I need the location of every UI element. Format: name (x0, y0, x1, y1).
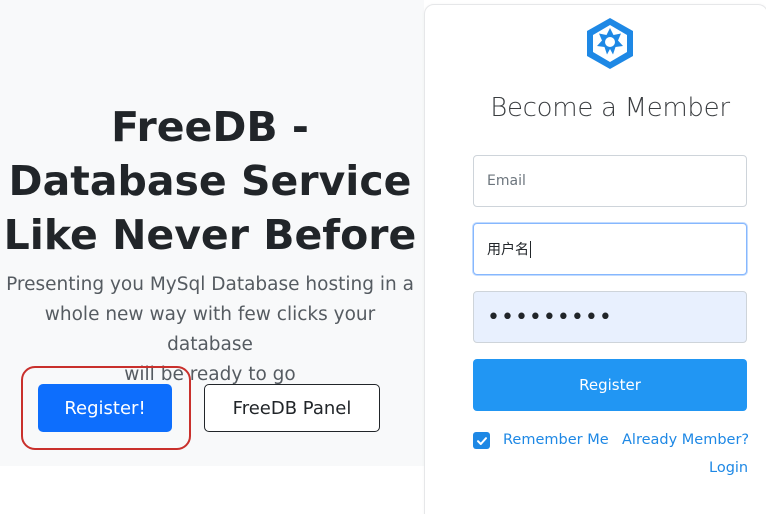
hero-section: FreeDB - Database Service Like Never Bef… (0, 0, 424, 466)
password-mask: ••••••••• (487, 304, 613, 330)
text-caret (530, 240, 531, 258)
hero-title-line: Like Never Before (3, 211, 417, 259)
already-member-link[interactable]: Already Member? (622, 432, 749, 448)
page: FreeDB - Database Service Like Never Bef… (0, 0, 766, 514)
check-icon (476, 436, 487, 445)
hero-title-line: Database Service (8, 157, 412, 205)
username-field[interactable]: 用户名 (473, 223, 747, 275)
remember-me-checkbox[interactable] (473, 432, 490, 449)
login-link[interactable]: Login (709, 460, 748, 476)
highlight-annotation (21, 366, 191, 450)
register-submit-button[interactable]: Register (473, 359, 747, 411)
hero-subtitle-line: whole new way with few clicks your datab… (44, 304, 376, 355)
password-field[interactable]: ••••••••• (473, 291, 747, 343)
hero-subtitle-line: Presenting you MySql Database hosting in… (6, 274, 414, 295)
hero-title-line: FreeDB - (111, 103, 309, 151)
hexagon-star-logo-icon (587, 18, 633, 69)
form-title: Become a Member (490, 93, 730, 123)
remember-me-label[interactable]: Remember Me (503, 432, 609, 448)
username-value: 用户名 (487, 242, 529, 258)
email-field[interactable]: Email (473, 155, 747, 207)
email-placeholder: Email (487, 173, 526, 189)
hero-title: FreeDB - Database Service Like Never Bef… (0, 100, 420, 262)
freedb-panel-button[interactable]: FreeDB Panel (204, 384, 380, 432)
